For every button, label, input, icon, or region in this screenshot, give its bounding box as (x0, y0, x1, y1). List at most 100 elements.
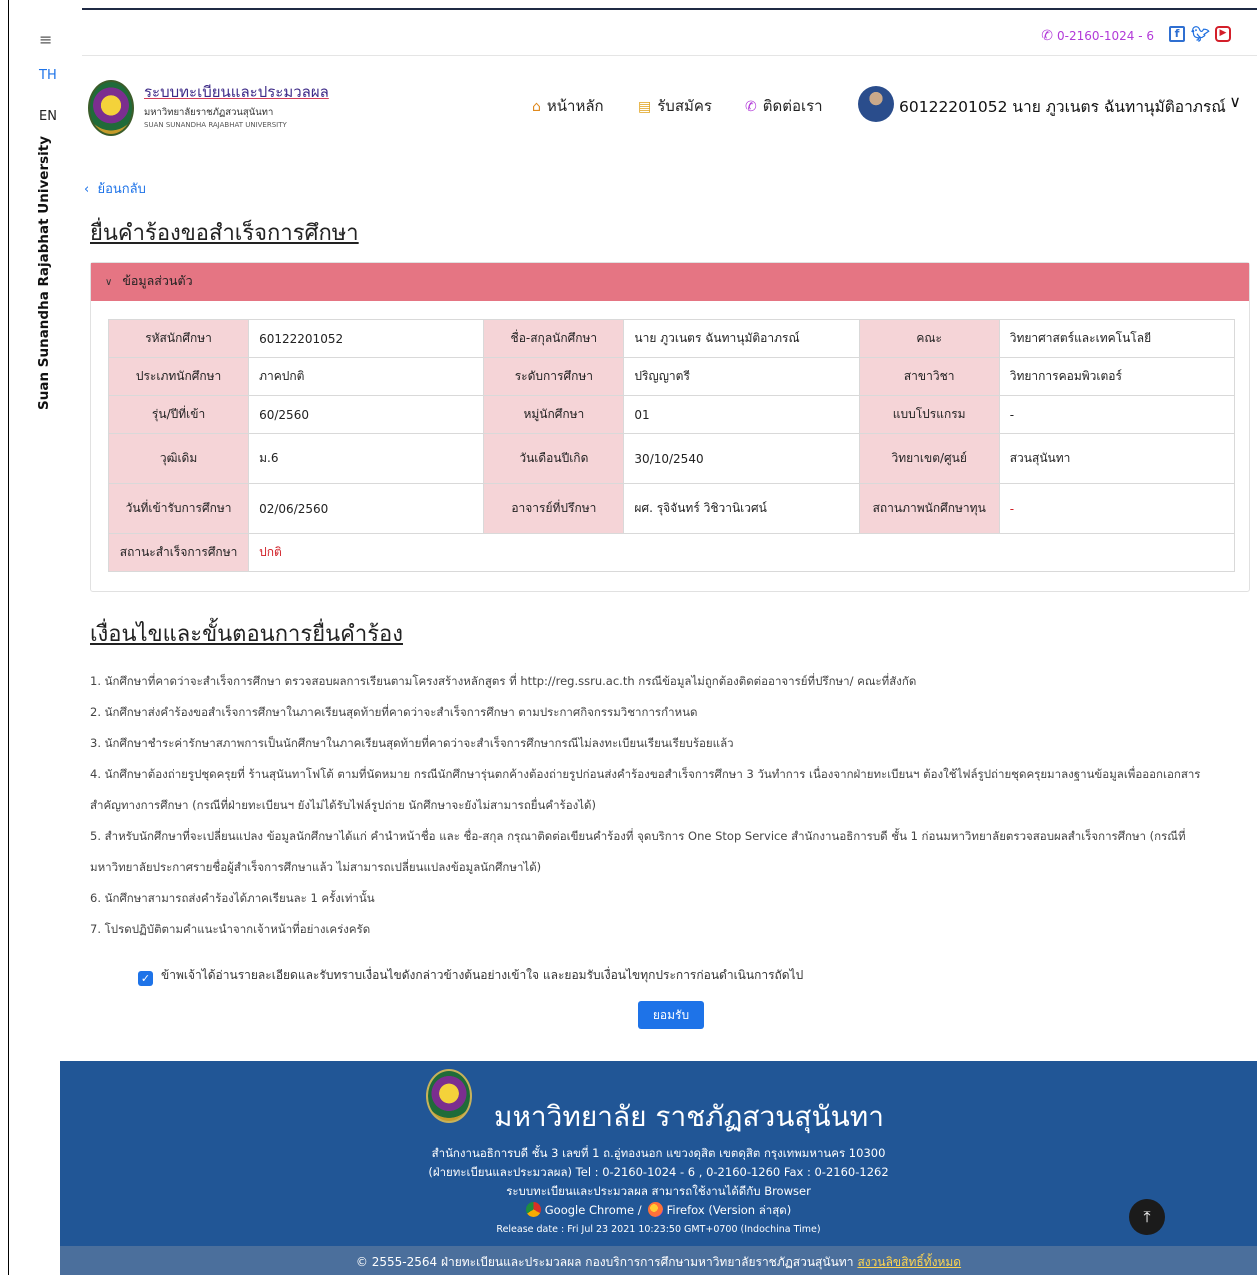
condition-item: 7. โปรดปฏิบัติตามคำแนะนำจากเจ้าหน้าที่อย… (90, 922, 371, 936)
table-row: รหัสนักศึกษา 60122201052 ชื่อ-สกุลนักศึก… (107, 319, 1236, 358)
footer-contact: (ฝ่ายทะเบียนและประมวลผล) Tel : 0-2160-10… (428, 1165, 889, 1179)
label-student-name: ชื่อ-สกุลนักศึกษา (483, 319, 625, 358)
scroll-to-top-button[interactable]: ⤒ (1129, 1199, 1165, 1235)
footer-browser-note: ระบบทะเบียนและประมวลผล สามารถใช้งานได้ดี… (506, 1184, 811, 1198)
label-previous-degree: วุฒิเดิม (107, 433, 250, 484)
label-campus: วิทยาเขต/ศูนย์ (858, 433, 1000, 484)
label-advisor: อาจารย์ที่ปรึกษา (483, 483, 625, 534)
lang-th-link[interactable]: TH (39, 68, 57, 83)
phone-number[interactable]: ✆ 0-2160-1024 - 6 (1041, 28, 1154, 44)
value-student-group: 01 (623, 395, 860, 434)
copyright-text: © 2555-2564 ฝ่ายทะเบียนและประมวลผล กองบร… (355, 1255, 854, 1269)
condition-item: 5. สำหรับนักศึกษาที่จะเปลี่ยนแปลง ข้อมูล… (90, 829, 1186, 843)
chevron-down-icon[interactable]: ∨ (1229, 92, 1241, 111)
footer-release-date: Release date : Fri Jul 23 2021 10:23:50 … (496, 1224, 821, 1235)
nav-contact[interactable]: ✆ ติดต่อเรา (745, 94, 823, 118)
home-icon: ⌂ (532, 99, 541, 115)
value-education-level: ปริญญาตรี (623, 357, 860, 396)
condition-item: 1. นักศึกษาที่คาดว่าจะสำเร็จการศึกษา ตรว… (90, 674, 917, 688)
panel-header[interactable]: ∨ ข้อมูลส่วนตัว (91, 263, 1249, 301)
agreement-checkbox[interactable]: ✓ (138, 971, 153, 986)
value-student-type: ภาคปกติ (248, 357, 485, 396)
value-batch-year: 60/2560 (248, 395, 485, 434)
footer-browsers: Google Chrome / Firefox (Version ล่าสุด) (60, 1202, 1257, 1220)
university-logo[interactable] (88, 80, 134, 136)
lang-en-link[interactable]: EN (39, 109, 57, 124)
value-faculty: วิทยาศาสตร์และเทคโนโลยี (998, 319, 1236, 358)
value-student-id: 60122201052 (248, 319, 485, 358)
brand[interactable]: ระบบทะเบียนและประมวลผล มหาวิทยาลัยราชภัฏ… (144, 80, 329, 129)
footer: มหาวิทยาลัย ราชภัฏสวนสุนันทา สำนักงานอธิ… (60, 1061, 1257, 1246)
table-row: ประเภทนักศึกษา ภาคปกติ ระดับการศึกษา ปริ… (107, 357, 1236, 396)
condition-item: 6. นักศึกษาสามารถส่งคำร้องได้ภาคเรียนละ … (90, 891, 375, 905)
student-info-table: รหัสนักศึกษา 60122201052 ชื่อ-สกุลนักศึก… (107, 319, 1236, 572)
condition-item: 3. นักศึกษาชำระค่ารักษาสภาพการเป็นนักศึก… (90, 736, 734, 750)
label-student-type: ประเภทนักศึกษา (107, 357, 250, 396)
user-menu-label[interactable]: 60122201052 นาย ภูวเนตร ฉันทานุมัติอาภรณ… (899, 94, 1226, 119)
value-birth-date: 30/10/2540 (623, 433, 860, 484)
label-batch-year: รุ่น/ปีที่เข้า (107, 395, 250, 434)
value-enroll-date: 02/06/2560 (248, 483, 485, 534)
agreement-checkbox-row[interactable]: ✓ ข้าพเจ้าได้อ่านรายละเอียดและรับทราบเงื่… (138, 966, 803, 986)
accept-button[interactable]: ยอมรับ (638, 1001, 704, 1029)
university-logo (426, 1069, 472, 1123)
chevron-left-icon: ‹ (84, 182, 90, 197)
brand-title: ระบบทะเบียนและประมวลผล (144, 83, 329, 101)
label-graduation-status: สถานะสำเร็จการศึกษา (107, 533, 250, 572)
value-previous-degree: ม.6 (248, 433, 485, 484)
brand-subtitle-en: SUAN SUNANDHA RAJABHAT UNIVERSITY (144, 121, 287, 129)
table-row: วุฒิเดิม ม.6 วันเดือนปีเกิด 30/10/2540 ว… (107, 433, 1236, 484)
label-major: สาขาวิชา (858, 357, 1000, 396)
brand-subtitle-th: มหาวิทยาลัยราชภัฏสวนสุนันทา (144, 107, 274, 118)
table-row: วันที่เข้ารับการศึกษา 02/06/2560 อาจารย์… (107, 483, 1236, 534)
label-student-group: หมู่นักศึกษา (483, 395, 625, 434)
site-header: ระบบทะเบียนและประมวลผล มหาวิทยาลัยราชภัฏ… (82, 58, 1257, 158)
value-advisor: ผศ. รุจิจันทร์ วิชิวานิเวศน์ (623, 483, 860, 534)
chrome-icon (525, 1202, 541, 1217)
conditions-list: 1. นักศึกษาที่คาดว่าจะสำเร็จการศึกษา ตรว… (90, 666, 1250, 945)
top-bar: ✆ 0-2160-1024 - 6 f 🐦︎ ▶ (82, 10, 1257, 56)
label-program-type: แบบโปรแกรม (858, 395, 1000, 434)
facebook-icon[interactable]: f (1169, 26, 1185, 42)
firefox-icon (647, 1202, 663, 1217)
chevron-down-icon: ∨ (105, 277, 113, 288)
nav-apply[interactable]: ▤ รับสมัคร (638, 94, 712, 118)
label-student-id: รหัสนักศึกษา (107, 319, 250, 358)
label-birth-date: วันเดือนปีเกิด (483, 433, 625, 484)
avatar[interactable] (858, 86, 894, 122)
label-enroll-date: วันที่เข้ารับการศึกษา (107, 483, 250, 534)
label-scholarship-status: สถานภาพนักศึกษาทุน (858, 483, 1000, 534)
copyright-link[interactable]: สงวนลิขสิทธิ์ทั้งหมด (857, 1255, 961, 1269)
agreement-text: ข้าพเจ้าได้อ่านรายละเอียดและรับทราบเงื่อ… (161, 968, 804, 982)
phone-icon: ✆ (745, 99, 757, 115)
footer-university-name: มหาวิทยาลัย ราชภัฏสวนสุนันทา (494, 1100, 884, 1133)
value-program-type: - (998, 395, 1236, 434)
table-row: สถานะสำเร็จการศึกษา ปกติ (107, 533, 1235, 572)
copyright-bar: © 2555-2564 ฝ่ายทะเบียนและประมวลผล กองบร… (60, 1246, 1257, 1275)
form-icon: ▤ (638, 99, 652, 115)
label-faculty: คณะ (858, 319, 1000, 358)
left-rail: ≡ TH EN Suan Sunandha Rajabhat Universit… (9, 10, 81, 1060)
phone-icon: ✆ (1041, 28, 1054, 44)
youtube-icon[interactable]: ▶ (1215, 26, 1231, 42)
menu-icon[interactable]: ≡ (39, 30, 52, 49)
table-row: รุ่น/ปีที่เข้า 60/2560 หมู่นักศึกษา 01 แ… (107, 395, 1236, 434)
personal-info-panel: ∨ ข้อมูลส่วนตัว รหัสนักศึกษา 60122201052 … (90, 262, 1250, 592)
vertical-university-name: Suan Sunandha Rajabhat University (36, 135, 52, 410)
value-student-name: นาย ภูวเนตร ฉันทานุมัติอาภรณ์ (623, 319, 860, 358)
value-scholarship-status: - (998, 483, 1236, 534)
page-title: ยื่นคำร้องขอสำเร็จการศึกษา (90, 221, 359, 246)
back-link[interactable]: ‹ ย้อนกลับ (84, 178, 146, 199)
conditions-title: เงื่อนไขและขั้นตอนการยื่นคำร้อง (90, 622, 403, 647)
twitter-icon[interactable]: 🐦︎ (1191, 26, 1210, 42)
condition-item: 2. นักศึกษาส่งคำร้องขอสำเร็จการศึกษาในภา… (90, 705, 698, 719)
label-education-level: ระดับการศึกษา (483, 357, 625, 396)
value-campus: สวนสุนันทา (998, 433, 1236, 484)
condition-item: สำคัญทางการศึกษา (กรณีที่ฝ่ายทะเบียนฯ ยั… (90, 798, 596, 812)
nav-home[interactable]: ⌂ หน้าหลัก (532, 94, 604, 118)
value-graduation-status: ปกติ (248, 533, 1235, 572)
condition-item: มหาวิทยาลัยประกาศรายชื่อผู้สำเร็จการศึกษ… (90, 860, 542, 874)
footer-address: สำนักงานอธิการบดี ชั้น 3 เลขที่ 1 ถ.อู่ท… (431, 1146, 886, 1160)
value-major: วิทยาการคอมพิวเตอร์ (998, 357, 1236, 396)
condition-item: 4. นักศึกษาต้องถ่ายรูปชุดครุยที่ ร้านสุน… (90, 767, 1201, 781)
